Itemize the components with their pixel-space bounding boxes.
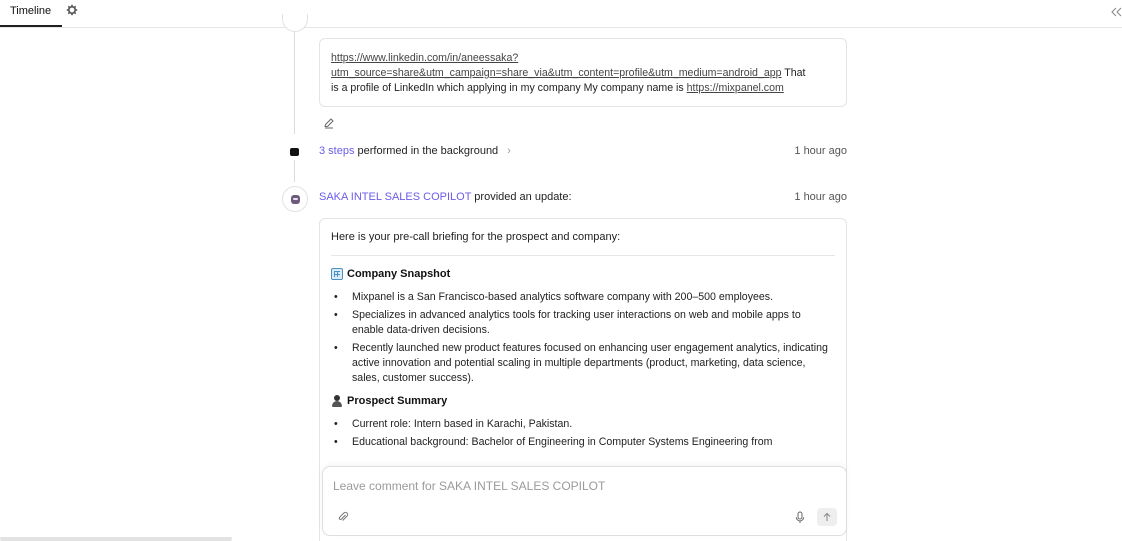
- list-item: Mixpanel is a San Francisco-based analyt…: [331, 290, 835, 305]
- message-text: That: [781, 67, 806, 79]
- double-chevron-left-icon[interactable]: [1110, 3, 1122, 21]
- comment-input[interactable]: [333, 477, 833, 495]
- office-building-icon: [331, 268, 343, 280]
- steps-marker: [290, 148, 299, 156]
- paperclip-icon[interactable]: [337, 511, 349, 523]
- background-steps-row[interactable]: 3 steps performed in the background ›: [319, 145, 511, 157]
- timeline-rail: [294, 160, 295, 182]
- tab-timeline-label: Timeline: [10, 5, 52, 17]
- message-text: is a profile of LinkedIn which applying …: [331, 82, 687, 94]
- list-item: Specializes in advanced analytics tools …: [331, 308, 835, 338]
- steps-count-link[interactable]: 3 steps: [319, 145, 354, 157]
- arrow-up-icon: [823, 512, 831, 521]
- gear-icon[interactable]: [66, 4, 78, 16]
- section-heading: Company Snapshot: [331, 268, 835, 280]
- microphone-icon[interactable]: [794, 511, 806, 524]
- company-snapshot-title: Company Snapshot: [347, 268, 451, 280]
- section-heading: Prospect Summary: [331, 395, 835, 407]
- update-action-text: provided an update:: [474, 191, 572, 203]
- agent-name-link[interactable]: SAKA INTEL SALES COPILOT: [319, 191, 471, 203]
- list-item: Current role: Intern based in Karachi, P…: [331, 417, 835, 432]
- send-button[interactable]: [817, 508, 837, 526]
- prospect-bullets: Current role: Intern based in Karachi, P…: [331, 417, 835, 450]
- list-item: Educational background: Bachelor of Engi…: [331, 435, 835, 450]
- agent-update-header: SAKA INTEL SALES COPILOT provided an upd…: [319, 191, 572, 203]
- user-avatar: [282, 14, 308, 32]
- robot-icon: [291, 195, 300, 204]
- user-message-card: https://www.linkedin.com/in/aneessaka? u…: [319, 38, 847, 107]
- update-timestamp: 1 hour ago: [794, 191, 847, 203]
- comment-composer: [322, 466, 847, 536]
- agent-avatar: [282, 186, 308, 212]
- tab-bar: Timeline: [0, 0, 1122, 28]
- steps-timestamp: 1 hour ago: [794, 145, 847, 157]
- steps-description: performed in the background: [357, 145, 499, 157]
- timeline-rail: [294, 28, 295, 134]
- linkedin-link[interactable]: https://www.linkedin.com/in/aneessaka?: [331, 52, 518, 64]
- person-icon: [331, 395, 343, 407]
- horizontal-scrollbar[interactable]: [0, 537, 232, 541]
- briefing-intro: Here is your pre-call briefing for the p…: [331, 231, 621, 243]
- linkedin-link-params[interactable]: utm_source=share&utm_campaign=share_via&…: [331, 67, 782, 79]
- prospect-summary-title: Prospect Summary: [347, 395, 448, 407]
- mixpanel-link[interactable]: https://mixpanel.com: [687, 82, 784, 94]
- chevron-right-icon[interactable]: ›: [507, 145, 511, 157]
- divider: [331, 255, 835, 256]
- tab-timeline[interactable]: Timeline: [0, 0, 62, 27]
- pencil-icon[interactable]: [323, 117, 335, 129]
- list-item: Recently launched new product features f…: [331, 341, 835, 386]
- company-bullets: Mixpanel is a San Francisco-based analyt…: [331, 290, 835, 386]
